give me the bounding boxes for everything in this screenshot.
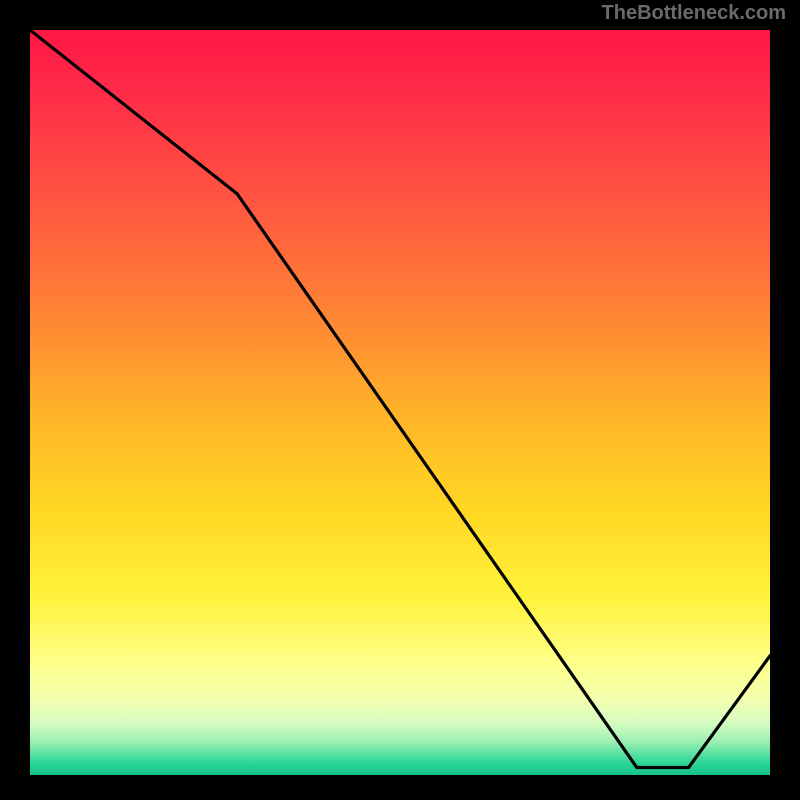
chart-container: TheBottleneck.com (0, 0, 800, 800)
bottleneck-curve-line (30, 30, 770, 775)
attribution-text: TheBottleneck.com (602, 2, 786, 25)
plot-frame (30, 30, 770, 775)
curve-path (30, 30, 770, 768)
plot-area (30, 30, 770, 775)
